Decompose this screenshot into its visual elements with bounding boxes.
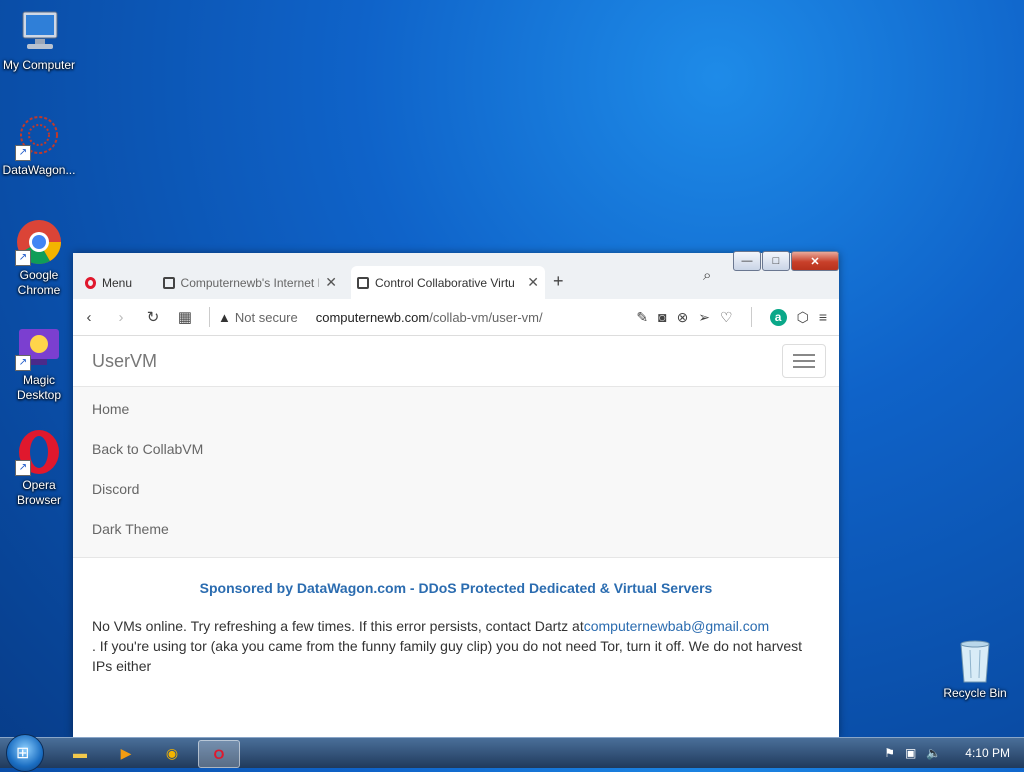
tab-control-collaborative[interactable]: Control Collaborative Virtu ✕: [351, 266, 545, 299]
start-button[interactable]: ⊞: [6, 734, 44, 772]
back-icon[interactable]: ‹: [73, 309, 105, 326]
desktop-icon-label: DataWagon...: [2, 163, 76, 177]
desktop-icon-label: Magic Desktop: [16, 373, 62, 402]
recycle-bin-icon: [951, 636, 999, 684]
tab-label: Computernewb's Internet M: [180, 275, 320, 290]
taskbar-opera[interactable]: O: [198, 740, 240, 768]
address-bar: ‹ › ↻ ▦ ▲ Not secure computernewb.com/co…: [73, 299, 839, 336]
vm-favicon-icon: [357, 276, 369, 289]
hamburger-icon: [793, 366, 815, 368]
navbar-toggle-button[interactable]: [782, 344, 826, 378]
warning-icon[interactable]: ▲: [218, 310, 231, 325]
message-text: No VMs online. Try refreshing a few time…: [92, 618, 584, 634]
shortcut-arrow-icon: ↗: [15, 355, 31, 371]
tab-search-icon[interactable]: ⌕: [703, 267, 711, 284]
aria-extension-icon[interactable]: a: [769, 308, 787, 326]
action-center-icon[interactable]: ⚑: [884, 746, 895, 760]
desktop-icon-label: My Computer: [2, 58, 76, 72]
address-tools: ✎ ◙ ⊗ ➢ ♡ a ⬡ ≡: [636, 307, 839, 327]
minimize-button[interactable]: —: [733, 251, 761, 271]
clock[interactable]: 4:10 PM: [965, 746, 1010, 760]
windows-logo-icon: ⊞: [16, 745, 30, 762]
url-path: /collab-vm/user-vm/: [429, 309, 543, 325]
system-tray: ⚑ ▣ 🔈 4:10 PM: [884, 738, 1010, 768]
taskbar: ⊞ ▬ ▶ ◉ O ⚑ ▣ 🔈 4:10 PM: [0, 734, 1024, 772]
shortcut-arrow-icon: ↗: [15, 250, 31, 266]
taskbar-chrome[interactable]: ◉: [152, 740, 192, 766]
desktop-icon-opera[interactable]: ↗ Opera Browser: [0, 428, 78, 508]
hamburger-icon: [793, 360, 815, 362]
message-text-2: . If you're using tor (aka you came from…: [92, 638, 803, 674]
desktop-icon-recycle-bin[interactable]: Recycle Bin: [936, 636, 1014, 701]
url-field[interactable]: computernewb.com/collab-vm/user-vm/: [316, 310, 543, 325]
nav-link-dark-theme[interactable]: Dark Theme: [73, 509, 839, 549]
desktop-icon-label: Recycle Bin: [943, 686, 1007, 700]
chrome-icon: ↗: [15, 218, 63, 266]
desktop-icon-google-chrome[interactable]: ↗ Google Chrome: [0, 218, 78, 298]
email-link[interactable]: computernewbab@gmail.com: [584, 618, 769, 634]
desktop-icon-magic-desktop[interactable]: ↗ Magic Desktop: [0, 323, 78, 403]
forward-icon[interactable]: ›: [105, 309, 137, 326]
nav-link-discord[interactable]: Discord: [73, 469, 839, 509]
window-controls: — □ ✕: [733, 251, 839, 271]
taskbar-media-player[interactable]: ▶: [106, 740, 146, 766]
tab-close-icon[interactable]: ✕: [319, 274, 343, 291]
heart-icon[interactable]: ♡: [720, 309, 733, 326]
site-brand[interactable]: UserVM: [92, 351, 157, 372]
menu-label: Menu: [102, 275, 133, 290]
opera-logo-icon: [85, 276, 96, 289]
security-label[interactable]: Not secure: [235, 310, 298, 325]
volume-icon[interactable]: 🔈: [926, 746, 941, 760]
media-player-icon: ▶: [120, 744, 132, 761]
computer-icon: [15, 8, 63, 56]
cube-extension-icon[interactable]: ⬡: [797, 309, 809, 326]
tab-close-icon[interactable]: ✕: [521, 274, 545, 291]
camera-icon[interactable]: ◙: [658, 309, 666, 325]
taskbar-explorer[interactable]: ▬: [60, 740, 100, 766]
folder-icon: ▬: [73, 745, 87, 761]
datawagon-icon: ↗: [15, 113, 63, 161]
desktop-icon-datawagon[interactable]: ↗ DataWagon...: [0, 113, 78, 178]
maximize-button[interactable]: □: [762, 251, 790, 271]
close-button[interactable]: ✕: [791, 251, 839, 271]
send-icon[interactable]: ➢: [698, 309, 710, 326]
magic-desktop-icon: ↗: [15, 323, 63, 371]
vm-favicon-icon: [163, 276, 175, 289]
hamburger-icon: [793, 354, 815, 356]
sponsor-link[interactable]: Sponsored by DataWagon.com - DDoS Protec…: [73, 580, 839, 596]
new-tab-button[interactable]: +: [553, 271, 564, 292]
shortcut-arrow-icon: ↗: [15, 460, 31, 476]
nav-link-home[interactable]: Home: [73, 389, 839, 429]
shortcut-arrow-icon: ↗: [15, 145, 31, 161]
desktop-icon-my-computer[interactable]: My Computer: [0, 8, 78, 73]
opera-menu-button[interactable]: Menu: [85, 266, 145, 299]
chrome-icon: ◉: [165, 744, 179, 761]
site-navbar: UserVM: [73, 336, 839, 387]
tab-computernewb[interactable]: Computernewb's Internet M ✕: [157, 266, 343, 299]
network-icon[interactable]: ▣: [905, 746, 916, 760]
browser-window: Menu Computernewb's Internet M ✕ Control…: [73, 253, 839, 738]
divider: [209, 307, 210, 327]
nav-menu: Home Back to CollabVM Discord Dark Theme: [73, 387, 839, 558]
status-message: No VMs online. Try refreshing a few time…: [73, 596, 839, 676]
adblock-icon[interactable]: ⊗: [677, 309, 689, 326]
desktop-icon-label: Opera Browser: [16, 478, 61, 507]
tab-bar: Menu Computernewb's Internet M ✕ Control…: [73, 253, 839, 299]
opera-icon: ↗: [15, 428, 63, 476]
reload-icon[interactable]: ↻: [137, 308, 169, 326]
web-page: UserVM Home Back to CollabVM Discord Dar…: [73, 336, 839, 738]
divider: [750, 307, 752, 327]
tab-label: Control Collaborative Virtu: [375, 275, 515, 290]
opera-icon: O: [213, 746, 225, 762]
easy-setup-icon[interactable]: ≡: [819, 309, 827, 325]
desktop-icon-label: Google Chrome: [17, 268, 61, 297]
nav-link-back-to-collabvm[interactable]: Back to CollabVM: [73, 429, 839, 469]
url-host: computernewb.com: [315, 309, 430, 325]
edit-share-icon[interactable]: ✎: [636, 309, 648, 326]
tab-grid-icon[interactable]: ▦: [169, 308, 201, 326]
